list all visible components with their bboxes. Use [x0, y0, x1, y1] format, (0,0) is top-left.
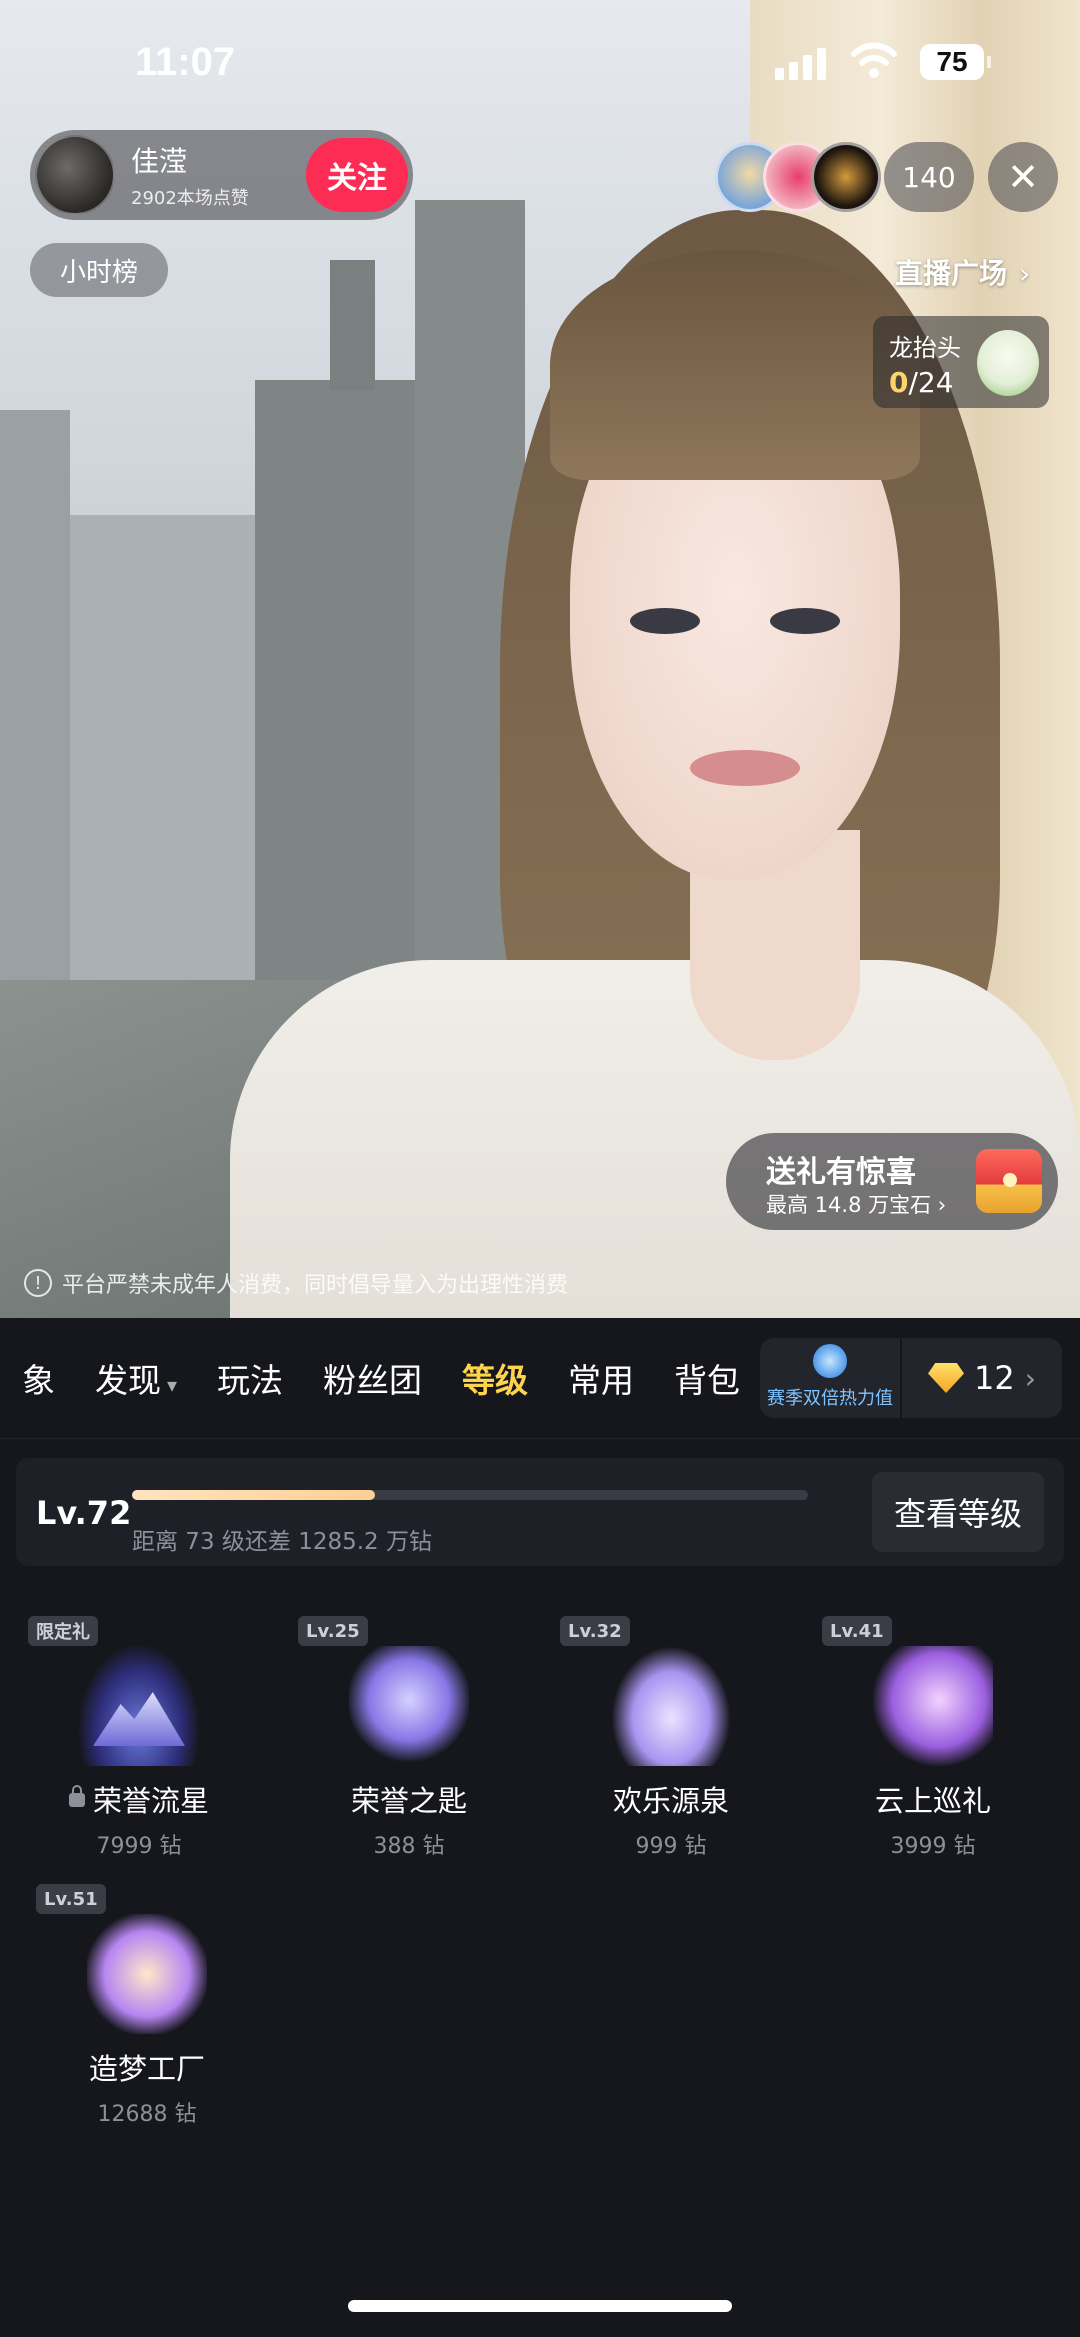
treasure-chest-icon — [976, 1149, 1042, 1213]
gift-name: 荣誉流星 — [8, 1778, 270, 1820]
gift-tag: 限定礼 — [28, 1616, 98, 1646]
dragon-mascot-icon — [977, 330, 1039, 396]
gift-tag: Lv.51 — [36, 1884, 106, 1914]
gift-price: 12688 钻 — [97, 2102, 197, 2127]
gift-item[interactable]: 限定礼 荣誉流星 7999 钻 — [8, 1616, 270, 1876]
tab-fan-club[interactable]: 粉丝团 — [323, 1354, 422, 1402]
battery-indicator: 75 — [920, 44, 991, 80]
tab-discover[interactable]: 发现 ▾ — [95, 1354, 177, 1402]
gift-name: 造梦工厂 — [88, 2052, 205, 2086]
level-progress-bar — [132, 1490, 808, 1500]
season-badge-icon — [813, 1344, 847, 1378]
follow-button[interactable]: 关注 — [306, 138, 408, 212]
level-progress-fill — [132, 1490, 376, 1500]
minor-spending-notice: ! 平台严禁未成年人消费，同时倡导量入为出理性消费 — [0, 1248, 1080, 1318]
view-level-button[interactable]: 查看等级 — [872, 1472, 1044, 1552]
hourly-rank-button[interactable]: 小时榜 — [30, 243, 168, 297]
home-indicator[interactable] — [348, 2300, 732, 2312]
gift-price: 3999 钻 — [890, 1834, 976, 1859]
gift-item[interactable]: Lv.25 荣誉之匙 388 钻 — [278, 1616, 540, 1876]
tab-backpack[interactable]: 背包 — [674, 1354, 740, 1402]
top-viewers[interactable] — [715, 142, 881, 212]
cellular-signal-icon — [775, 44, 826, 80]
tab-frequent[interactable]: 常用 — [568, 1354, 634, 1402]
host-name: 佳滢 — [131, 145, 188, 178]
tab-gameplay[interactable]: 玩法 — [217, 1354, 283, 1402]
diamond-icon — [928, 1363, 964, 1393]
tab-level[interactable]: 等级 — [462, 1354, 528, 1402]
viewer-avatar[interactable] — [811, 142, 881, 212]
divider — [0, 1438, 1080, 1439]
current-level: Lv.72 — [36, 1494, 132, 1532]
tab-partial[interactable]: 象 — [22, 1354, 55, 1402]
event-task-widget[interactable]: 龙抬头 0/24 — [873, 316, 1049, 408]
key-icon — [349, 1646, 469, 1766]
host-avatar[interactable] — [35, 135, 115, 215]
level-card: Lv.72 距离 73 级还差 1285.2 万钻 查看等级 — [16, 1458, 1064, 1566]
chevron-right-icon: › — [1024, 1361, 1036, 1395]
gift-name: 欢乐源泉 — [612, 1784, 729, 1818]
gift-price: 388 钻 — [373, 1834, 445, 1859]
gift-surprise-subtitle: 最高 14.8 万宝石 › — [766, 1193, 947, 1217]
host-info-pill[interactable]: 佳滢 2902本场点赞 关注 — [30, 130, 413, 220]
wifi-icon — [851, 42, 897, 78]
fountain-icon — [611, 1646, 731, 1766]
gift-name: 云上巡礼 — [874, 1784, 991, 1818]
status-time: 11:07 — [135, 40, 236, 84]
host-likes: 2902本场点赞 — [131, 188, 249, 209]
gift-item[interactable]: Lv.32 欢乐源泉 999 钻 — [540, 1616, 802, 1876]
lock-icon — [68, 1785, 85, 1807]
chevron-right-icon: › — [1019, 257, 1031, 290]
dream-factory-icon — [87, 1914, 207, 2034]
task-progress: 0/24 — [889, 366, 954, 399]
gift-surprise-title: 送礼有惊喜 — [766, 1155, 916, 1190]
meteor-icon — [79, 1646, 199, 1766]
gift-tag: Lv.25 — [298, 1616, 368, 1646]
cloud-castle-icon — [873, 1646, 993, 1766]
level-hint: 距离 73 级还差 1285.2 万钻 — [132, 1529, 432, 1555]
gift-price: 7999 钻 — [96, 1834, 182, 1859]
season-label: 赛季双倍热力值 — [767, 1388, 893, 1409]
diamond-balance: 12 — [974, 1359, 1015, 1397]
gift-price: 999 钻 — [635, 1834, 707, 1859]
live-plaza-label: 直播广场 — [895, 257, 1008, 290]
gift-surprise-banner[interactable]: 送礼有惊喜 最高 14.8 万宝石 › — [726, 1133, 1058, 1230]
live-plaza-link[interactable]: 直播广场 › — [895, 252, 1030, 292]
viewer-count[interactable]: 140 — [884, 142, 974, 212]
gift-item[interactable]: Lv.41 云上巡礼 3999 钻 — [802, 1616, 1064, 1876]
diamond-balance-button[interactable]: 12 › — [902, 1338, 1062, 1418]
task-title: 龙抬头 — [889, 334, 961, 362]
gift-tag: Lv.41 — [822, 1616, 892, 1646]
close-icon[interactable]: ✕ — [988, 142, 1058, 212]
gift-name: 荣誉之匙 — [350, 1784, 467, 1818]
gift-tabs: 象 发现 ▾ 玩法 粉丝团 等级 常用 背包 — [0, 1318, 760, 1438]
info-icon: ! — [24, 1269, 52, 1297]
background-building — [0, 410, 70, 1050]
notice-text: 平台严禁未成年人消费，同时倡导量入为出理性消费 — [62, 1273, 569, 1298]
gift-item[interactable]: Lv.51 造梦工厂 12688 钻 — [16, 1884, 278, 2144]
gift-tag: Lv.32 — [560, 1616, 630, 1646]
season-double-heat-button[interactable]: 赛季双倍热力值 — [760, 1338, 900, 1418]
gift-panel: 象 发现 ▾ 玩法 粉丝团 等级 常用 背包 赛季双倍热力值 12 › Lv.72… — [0, 1318, 1080, 2337]
chevron-down-icon: ▾ — [167, 1373, 178, 1397]
